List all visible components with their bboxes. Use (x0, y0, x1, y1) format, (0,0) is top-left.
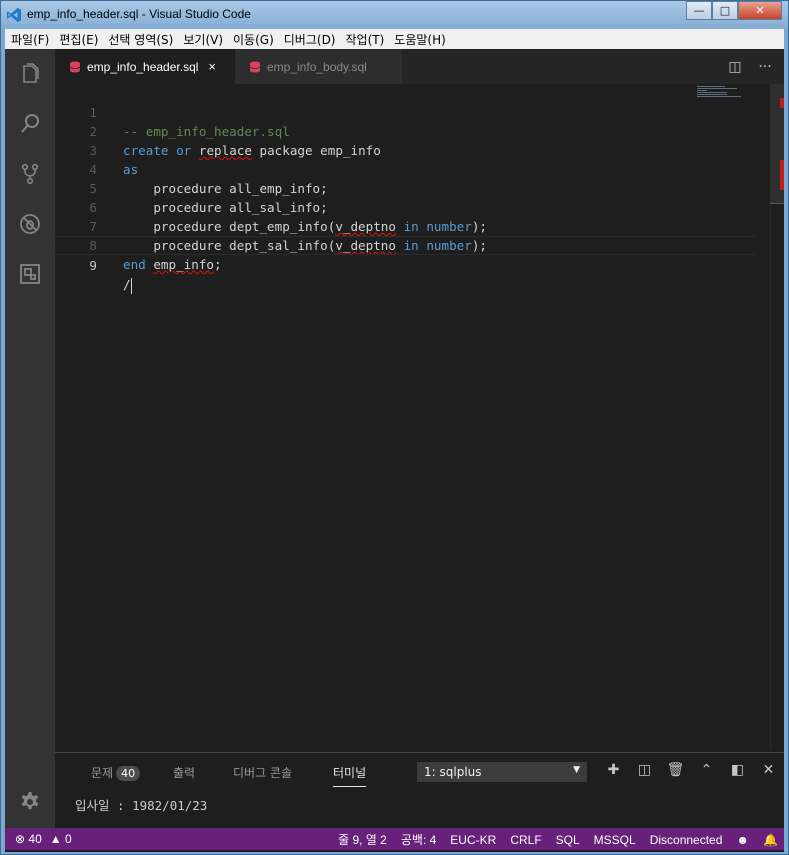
terminal-output[interactable]: 입사일 : 1982/01/23 (75, 795, 207, 814)
menu-go[interactable]: 이동(G) (229, 31, 280, 48)
text-cursor (130, 277, 132, 294)
menu-file[interactable]: 파일(F) (7, 31, 55, 48)
search-icon[interactable] (17, 111, 43, 137)
window-controls: — □ ✕ (686, 1, 782, 20)
error-marker (780, 160, 784, 190)
gear-icon[interactable] (17, 789, 43, 815)
tab-label: emp_info_header.sql (87, 59, 199, 74)
tab-terminal[interactable]: 터미널 (333, 764, 367, 787)
tab-emp-info-body[interactable]: emp_info_body.sql (235, 49, 402, 84)
indentation[interactable]: 공백: 4 (401, 831, 436, 848)
tab-actions: ◫ ··· (720, 49, 780, 84)
code-line: 2 create or replace package emp_info (89, 124, 381, 158)
activity-bar (5, 49, 55, 828)
split-terminal-icon[interactable]: ◫ (629, 762, 660, 778)
vertical-scrollbar[interactable] (770, 84, 784, 749)
error-marker (780, 98, 784, 108)
minimize-button[interactable]: — (686, 1, 712, 20)
workbench: emp_info_header.sql × emp_info_body.sql … (5, 49, 784, 852)
menu-bar: 파일(F) 편집(E) 선택 영역(S) 보기(V) 이동(G) 디버그(D) … (5, 29, 784, 49)
maximize-panel-icon[interactable]: ◧ (722, 762, 753, 778)
code-line: 8 end emp_info; (89, 238, 222, 272)
tab-emp-info-header[interactable]: emp_info_header.sql × (55, 49, 235, 84)
language-mode[interactable]: SQL (556, 833, 580, 847)
problems-count-badge: 40 (116, 766, 141, 781)
window-title: emp_info_header.sql - Visual Studio Code (27, 7, 251, 21)
chevron-up-icon[interactable]: ⌃ (691, 762, 722, 778)
debug-icon[interactable] (17, 211, 43, 237)
close-tab-icon[interactable]: × (208, 59, 216, 74)
tab-label: emp_info_body.sql (267, 59, 367, 74)
connection-type[interactable]: MSSQL (594, 833, 636, 847)
explorer-icon[interactable] (17, 61, 43, 87)
editor-tabs: emp_info_header.sql × emp_info_body.sql … (55, 49, 784, 84)
warning-icon: ▲ (49, 832, 62, 846)
code-line: 4 procedure all_emp_info; (89, 162, 328, 196)
tab-problems[interactable]: 문제 40 (91, 764, 141, 781)
dropdown-arrow-icon: ▼ (573, 765, 580, 775)
panel-tabs: 문제 40 출력 디버그 콘솔 터미널 1: sqlplus ▼ ✚ ◫ 🗑 ⌃ … (55, 753, 784, 791)
menu-edit[interactable]: 편집(E) (55, 31, 104, 48)
close-icon[interactable]: ✕ (753, 762, 784, 778)
code-editor[interactable]: 1 -- emp_info_header.sql 2 create or rep… (55, 84, 784, 749)
menu-view[interactable]: 보기(V) (179, 31, 229, 48)
status-right: 줄 9, 열 2 공백: 4 EUC-KR CRLF SQL MSSQL Dis… (324, 831, 778, 848)
status-bar: ⊗ 40 ▲ 0 줄 9, 열 2 공백: 4 EUC-KR CRLF SQL … (5, 828, 784, 850)
plus-icon[interactable]: ✚ (598, 762, 629, 778)
warnings-status[interactable]: ▲ 0 (50, 832, 72, 846)
close-window-button[interactable]: ✕ (738, 1, 782, 20)
cursor-position[interactable]: 줄 9, 열 2 (338, 831, 387, 848)
feedback-smiley-icon[interactable]: ☻ (736, 833, 749, 847)
maximize-button[interactable]: □ (712, 1, 738, 20)
minimap[interactable] (697, 86, 747, 100)
line-ending[interactable]: CRLF (510, 833, 541, 847)
menu-debug[interactable]: 디버그(D) (280, 31, 342, 48)
code-text: / (123, 277, 132, 294)
trash-icon[interactable]: 🗑 (660, 762, 691, 778)
code-text: end emp_info; (123, 257, 222, 272)
database-icon (69, 61, 81, 72)
menu-selection[interactable]: 선택 영역(S) (104, 31, 179, 48)
vscode-window: emp_info_header.sql - Visual Studio Code… (0, 0, 789, 855)
code-line-current: 9 / (55, 236, 755, 294)
notification-bell-icon[interactable]: 🔔 (763, 833, 778, 847)
panel-actions: ✚ ◫ 🗑 ⌃ ◧ ✕ (598, 762, 784, 778)
file-encoding[interactable]: EUC-KR (450, 833, 496, 847)
connection-status[interactable]: Disconnected (650, 833, 723, 847)
menu-tasks[interactable]: 작업(T) (342, 31, 391, 48)
vscode-logo-icon (7, 8, 21, 22)
source-control-icon[interactable] (17, 161, 43, 187)
error-icon: ⊗ (15, 832, 26, 846)
errors-status[interactable]: ⊗ 40 (15, 832, 42, 846)
code-line: 1 -- emp_info_header.sql (89, 105, 290, 139)
code-line: 5 procedure all_sal_info; (89, 181, 328, 215)
tab-output[interactable]: 출력 (173, 764, 195, 781)
status-left: ⊗ 40 ▲ 0 (15, 832, 80, 846)
database-icon (249, 61, 261, 72)
code-line: 6 procedure dept_emp_info(v_deptno in nu… (89, 200, 488, 234)
split-editor-icon[interactable]: ◫ (720, 59, 750, 75)
menu-help[interactable]: 도움말(H) (390, 31, 452, 48)
title-bar: emp_info_header.sql - Visual Studio Code… (1, 1, 788, 29)
tab-debug-console[interactable]: 디버그 콘솔 (233, 764, 292, 781)
code-line: 7 procedure dept_sal_info(v_deptno in nu… (89, 219, 488, 253)
code-line: 3 as (89, 143, 139, 177)
more-icon[interactable]: ··· (750, 59, 780, 75)
extensions-icon[interactable] (17, 261, 43, 287)
bottom-panel: 문제 40 출력 디버그 콘솔 터미널 1: sqlplus ▼ ✚ ◫ 🗑 ⌃ … (55, 752, 784, 828)
terminal-select[interactable]: 1: sqlplus ▼ (417, 762, 587, 782)
